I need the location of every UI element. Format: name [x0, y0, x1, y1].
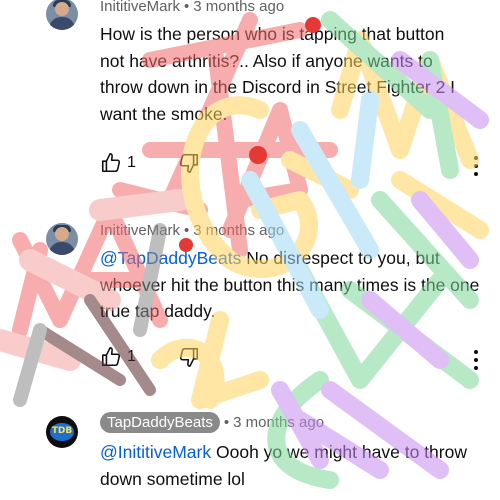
author-avatar[interactable]: [46, 0, 78, 30]
comment-meta: InititiveMark • 3 months ago: [100, 222, 285, 239]
comment-time[interactable]: 3 months ago: [193, 222, 284, 239]
dislike-icon[interactable]: [178, 346, 200, 368]
comment-meta: InititiveMark • 3 months ago: [100, 0, 285, 15]
like-icon[interactable]: [100, 152, 122, 174]
author-avatar[interactable]: [46, 223, 78, 255]
comment-text: @InititiveMark Oooh yo we might have to …: [100, 442, 467, 489]
comment-time[interactable]: 3 months ago: [193, 0, 284, 15]
comment-text: @TapDaddyBeats No disrespect to you, but…: [100, 248, 480, 321]
mention-link[interactable]: @InititiveMark: [100, 442, 211, 462]
like-count: 1: [127, 154, 136, 171]
more-options-icon[interactable]: [473, 348, 479, 370]
comment-meta: TapDaddyBeats • 3 months ago: [100, 412, 324, 433]
comment-text: How is the person who is tapping that bu…: [100, 24, 456, 124]
like-count: 1: [127, 348, 136, 365]
mention-link[interactable]: @TapDaddyBeats: [100, 248, 241, 268]
author-name[interactable]: InititiveMark: [100, 222, 180, 239]
more-options-icon[interactable]: [473, 154, 479, 176]
author-avatar[interactable]: TDB: [46, 416, 78, 448]
dislike-icon[interactable]: [178, 152, 200, 174]
author-name[interactable]: TapDaddyBeats: [100, 412, 220, 433]
like-icon[interactable]: [100, 346, 122, 368]
author-name[interactable]: InititiveMark: [100, 0, 180, 15]
comment-time[interactable]: 3 months ago: [233, 414, 324, 431]
